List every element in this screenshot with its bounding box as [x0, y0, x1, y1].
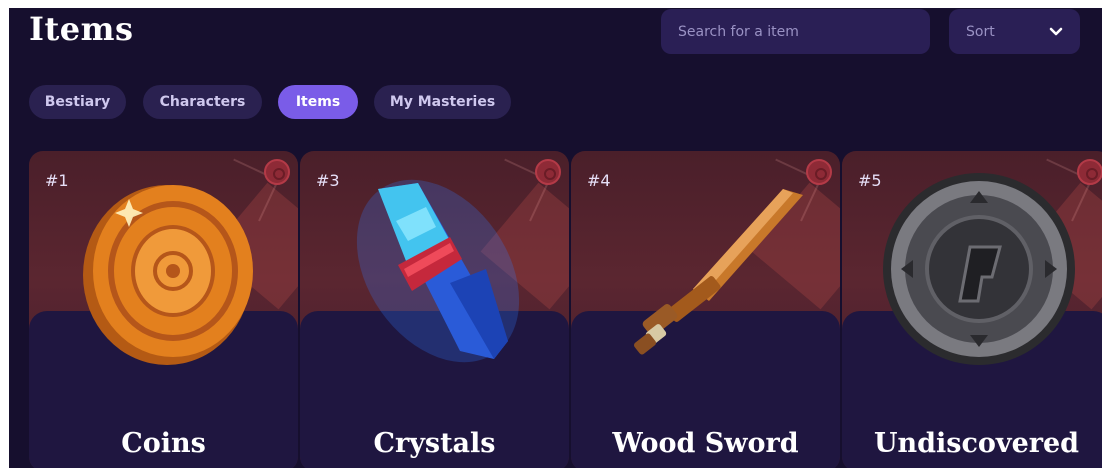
- chevron-down-icon: [1049, 27, 1063, 35]
- tab-characters[interactable]: Characters: [143, 85, 262, 119]
- tab-label: Items: [295, 94, 341, 110]
- sort-dropdown[interactable]: Sort: [949, 9, 1080, 54]
- item-name: Crystals: [373, 428, 496, 459]
- item-card-crystals[interactable]: #3 Crystals: [300, 151, 569, 468]
- item-card-wood-sword[interactable]: #4 Wood Sword: [571, 151, 840, 468]
- item-name: Undiscovered: [873, 428, 1080, 459]
- item-name: Coins: [121, 428, 206, 459]
- page-title: Items: [29, 10, 134, 48]
- tab-my-masteries[interactable]: My Masteries: [374, 85, 511, 119]
- tab-label: My Masteries: [389, 94, 496, 110]
- tab-label: Bestiary: [44, 94, 111, 110]
- locked-medallion-icon: [883, 173, 1075, 365]
- item-name: Wood Sword: [612, 428, 799, 459]
- tab-bestiary[interactable]: Bestiary: [29, 85, 126, 119]
- tab-label: Characters: [159, 94, 246, 110]
- search-input[interactable]: [661, 9, 930, 54]
- app-window: Items Sort Bestiary Characters Items My …: [9, 8, 1102, 468]
- sort-label: Sort: [966, 23, 995, 40]
- item-card-undiscovered[interactable]: #5 Undiscovered: [842, 151, 1102, 468]
- wood-sword-icon: [634, 189, 803, 355]
- coin-icon: [83, 185, 253, 365]
- crystal-icon: [356, 179, 520, 363]
- tab-items[interactable]: Items: [278, 85, 358, 119]
- item-card-coins[interactable]: #1 Coins: [29, 151, 298, 468]
